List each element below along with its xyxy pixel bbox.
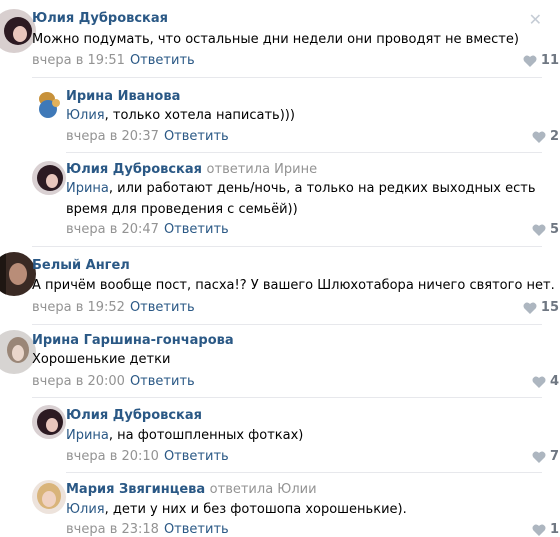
comment-author[interactable]: Юлия Дубровская (32, 11, 168, 26)
reply-button[interactable]: Ответить (164, 522, 229, 537)
close-icon[interactable]: ✕ (529, 10, 542, 29)
mention-link[interactable]: Юлия (66, 108, 105, 123)
replied-to[interactable]: ответила Юлии (210, 482, 317, 497)
author-link[interactable]: Мария Звягинцева (66, 482, 205, 497)
like-count: 7 (549, 449, 559, 464)
heart-icon (532, 224, 546, 236)
like-count: 4 (549, 374, 559, 389)
reply-button[interactable]: Ответить (130, 300, 195, 315)
like-button[interactable]: 15 (523, 300, 559, 315)
comment-author[interactable]: Юлия Дубровская (66, 408, 202, 423)
mention-link[interactable]: Ирина (66, 428, 109, 443)
like-count: 11 (540, 53, 559, 68)
like-count: 5 (549, 222, 559, 237)
like-button[interactable]: 5 (532, 222, 559, 237)
comment-meta: вчера в 23:18 Ответить (66, 522, 229, 537)
like-button[interactable]: 1 (532, 522, 559, 537)
separator (32, 246, 542, 247)
like-button[interactable]: 4 (532, 374, 559, 389)
comment-text: Юлия, только хотела написать))) (66, 108, 295, 123)
reply-button[interactable]: Ответить (164, 129, 229, 144)
like-button[interactable]: 7 (532, 449, 559, 464)
avatar[interactable] (32, 87, 66, 121)
comment-text: Ирина, или работают день/ночь, а только … (66, 181, 536, 217)
avatar[interactable] (0, 330, 36, 374)
comment-text: Юлия, дети у них и без фотошопа хорошень… (66, 502, 407, 517)
mention-link[interactable]: Ирина (66, 181, 109, 196)
like-button[interactable]: 11 (523, 53, 559, 68)
comment-meta: вчера в 20:00 Ответить (32, 374, 195, 389)
separator (32, 397, 542, 398)
like-count: 2 (549, 129, 559, 144)
heart-icon (532, 131, 546, 143)
comment-text: Хорошенькие детки (32, 352, 171, 367)
author-link[interactable]: Юлия Дубровская (66, 162, 202, 177)
comment-time[interactable]: вчера в 19:51 (32, 53, 125, 68)
replied-to[interactable]: ответила Ирине (207, 162, 318, 177)
comment-meta: вчера в 19:51 Ответить (32, 53, 195, 68)
comment-text: Ирина, на фотошпленных фотках) (66, 428, 304, 443)
avatar[interactable] (0, 252, 36, 296)
mention-link[interactable]: Юлия (66, 502, 105, 517)
heart-icon (532, 451, 546, 463)
reply-button[interactable]: Ответить (164, 449, 229, 464)
comment-meta: вчера в 20:10 Ответить (66, 449, 229, 464)
comment-meta: вчера в 20:47 Ответить (66, 222, 229, 237)
avatar[interactable] (0, 9, 36, 53)
comment-author: Юлия Дубровская ответила Ирине (66, 162, 317, 177)
comment-meta: вчера в 19:52 Ответить (32, 300, 195, 315)
comment-time[interactable]: вчера в 20:47 (66, 222, 159, 237)
like-count: 15 (540, 300, 559, 315)
comment-author[interactable]: Ирина Гаршина-гончарова (32, 333, 234, 348)
comment-time[interactable]: вчера в 23:18 (66, 522, 159, 537)
heart-icon (532, 376, 546, 388)
heart-icon (523, 302, 537, 314)
reply-button[interactable]: Ответить (130, 53, 195, 68)
comment-time[interactable]: вчера в 20:00 (32, 374, 125, 389)
separator (32, 77, 542, 78)
comment-time[interactable]: вчера в 20:10 (66, 449, 159, 464)
comment-author[interactable]: Белый Ангел (32, 258, 130, 273)
heart-icon (523, 55, 537, 67)
heart-icon (532, 524, 546, 536)
comment-time[interactable]: вчера в 19:52 (32, 300, 125, 315)
avatar[interactable] (32, 480, 66, 514)
separator (66, 152, 542, 153)
comment-author[interactable]: Ирина Иванова (66, 89, 180, 104)
separator (32, 324, 542, 325)
avatar[interactable] (32, 161, 66, 195)
comment-time[interactable]: вчера в 20:37 (66, 129, 159, 144)
avatar[interactable] (32, 405, 66, 439)
comment-text: Можно подумать, что остальные дни недели… (32, 32, 519, 47)
comment-text: А причём вообще пост, пасха!? У вашего Ш… (32, 278, 555, 293)
reply-button[interactable]: Ответить (164, 222, 229, 237)
reply-button[interactable]: Ответить (130, 374, 195, 389)
like-button[interactable]: 2 (532, 129, 559, 144)
comment-author: Мария Звягинцева ответила Юлии (66, 482, 317, 497)
separator (66, 472, 542, 473)
like-count: 1 (549, 522, 559, 537)
comment-meta: вчера в 20:37 Ответить (66, 129, 229, 144)
